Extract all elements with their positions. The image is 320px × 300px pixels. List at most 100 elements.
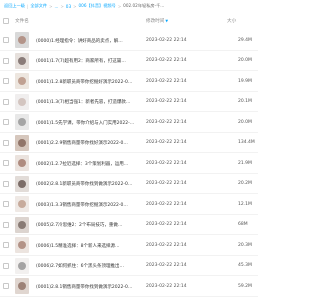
file-size: 59.2M [238, 283, 252, 289]
file-modified-date: 2023-02-22 22:14 [146, 78, 187, 84]
row-checkbox[interactable] [3, 221, 9, 228]
breadcrumb-folder-03[interactable]: 03 [66, 4, 71, 9]
video-thumbnail[interactable] [15, 93, 29, 110]
row-checkbox[interactable] [3, 283, 9, 289]
file-row[interactable]: (0006)1.5精准选择：8个新人来选择源… 2023-02-22 22:14 2… [0, 235, 258, 256]
file-row[interactable]: (0002)1.2.7拉近选择：3个策划利器，运用… 2023-02-22 22:… [0, 153, 258, 174]
video-thumbnail[interactable] [15, 196, 29, 212]
video-thumbnail[interactable] [15, 52, 29, 69]
file-name[interactable]: (0001)1.7(7)超有用2：商家所有，打这篇… [36, 58, 140, 64]
thumbnail-figure [18, 179, 26, 188]
column-header-date[interactable]: 修改时间▼ [146, 18, 168, 24]
file-size: 20.0M [238, 58, 252, 63]
row-checkbox[interactable] [3, 78, 9, 84]
file-name[interactable]: (0002)2.8.1新职员商带你找到做演示2022-0… [36, 181, 140, 187]
row-checkbox[interactable] [3, 242, 9, 248]
file-modified-date: 2023-02-22 22:14 [146, 263, 187, 268]
breadcrumb-all-files[interactable]: 全部文件 [30, 3, 47, 9]
breadcrumb-separator: | [26, 3, 29, 9]
file-size: 68M [238, 222, 248, 227]
file-name[interactable]: (0001)2.8.1销售商量带你找到做演示2022-0… [36, 284, 140, 290]
file-size: 12.1M [238, 201, 252, 207]
file-row[interactable]: (0003)1.3.3销售商量带你挖掘演示2022-0… 2023-02-22 2… [0, 194, 258, 215]
file-size: 19.9M [238, 78, 252, 84]
row-checkbox[interactable] [3, 262, 9, 269]
video-thumbnail[interactable] [15, 134, 29, 151]
thumbnail-figure [18, 97, 26, 106]
file-name[interactable]: (0006)2.7如何抓住：6个黑头条顶理推出… [36, 263, 140, 269]
row-checkbox[interactable] [3, 37, 9, 43]
chevron-right-icon: > [49, 3, 53, 9]
thumbnail-figure [18, 261, 26, 270]
file-row[interactable]: (0006)2.7如何抓住：6个黑头条顶理推出… 2023-02-22 22:14… [0, 256, 258, 276]
file-size: 45.3M [238, 263, 252, 268]
video-thumbnail[interactable] [15, 155, 29, 171]
sort-arrow-icon: ▼ [165, 19, 169, 23]
video-thumbnail[interactable] [15, 32, 29, 48]
file-list-header: 文件名 修改时间▼ 大小 [0, 12, 258, 30]
file-row[interactable]: (0001)2.8.1销售商量带你找到做演示2022-0… 2023-02-22 … [0, 276, 258, 297]
thumbnail-figure [18, 138, 26, 147]
breadcrumb-back[interactable]: 返回上一级 [4, 3, 25, 9]
file-modified-date: 2023-02-22 22:14 [146, 201, 187, 207]
file-row[interactable]: (0001)1.2.8新职员商带你挖掘好演示2022-0… 2023-02-22 … [0, 71, 258, 92]
thumbnail-figure [18, 200, 26, 208]
breadcrumb: 返回上一级 | 全部文件 > ... > 03 > 006【抖音】视频号 > 0… [0, 0, 258, 12]
file-row[interactable]: (0002)2.8.1新职员商带你找到做演示2022-0… 2023-02-22 … [0, 174, 258, 194]
file-modified-date: 2023-02-22 22:14 [146, 140, 187, 145]
column-header-name[interactable]: 文件名 [15, 18, 29, 24]
video-thumbnail[interactable] [15, 114, 29, 130]
thumbnail-figure [18, 118, 26, 126]
file-size: 20.1M [238, 99, 252, 104]
row-checkbox[interactable] [3, 160, 9, 166]
file-modified-date: 2023-02-22 22:14 [146, 58, 187, 63]
file-size: 20.2M [238, 181, 252, 186]
file-name[interactable]: (0001)1.2.8新职员商带你挖掘好演示2022-0… [36, 79, 140, 85]
file-row[interactable]: (0001)1.7(7)超有用2：商家所有，打这篇… 2023-02-22 22:… [0, 51, 258, 71]
file-modified-date: 2023-02-22 22:14 [146, 283, 187, 289]
video-thumbnail[interactable] [15, 73, 29, 89]
file-name[interactable]: (0001)1.5先学课，带你介绍与入门实用2022-… [36, 120, 140, 126]
file-name[interactable]: (0001)2.2.9销售商量带你找好演示2022-0… [36, 140, 140, 146]
file-modified-date: 2023-02-22 22:14 [146, 99, 187, 104]
thumbnail-figure [18, 36, 26, 44]
chevron-right-icon: > [73, 3, 77, 9]
row-checkbox[interactable] [3, 98, 9, 105]
file-size: 20.0M [238, 119, 252, 125]
thumbnail-figure [18, 241, 26, 249]
breadcrumb-folder-006[interactable]: 006【抖音】视频号 [79, 3, 116, 9]
file-row[interactable]: (0001)2.2.9销售商量带你找好演示2022-0… 2023-02-22 2… [0, 133, 258, 153]
video-thumbnail[interactable] [15, 257, 29, 274]
row-checkbox[interactable] [3, 139, 9, 146]
chevron-right-icon: > [117, 3, 122, 9]
file-name[interactable]: (0001)1.3(7)相当强1：新者先容，打造爆款… [36, 99, 140, 105]
file-size: 20.3M [238, 242, 252, 248]
row-checkbox[interactable] [3, 180, 9, 187]
column-header-date-label: 修改时间 [146, 19, 165, 24]
file-size: 21.9M [238, 160, 252, 166]
file-row[interactable]: (0001)1.5先学课，带你介绍与入门实用2022-… 2023-02-22 2… [0, 112, 258, 133]
file-name[interactable]: (0002)1.2.7拉近选择：3个策划利器，运用… [36, 161, 140, 167]
breadcrumb-current-folder: 002.02年轻私房-千... [123, 3, 165, 8]
file-row[interactable]: (0000)1.经理指令：讲好商品的卖点，解… 2023-02-22 22:14 2… [0, 30, 258, 51]
row-checkbox[interactable] [3, 57, 9, 64]
column-header-size[interactable]: 大小 [227, 18, 236, 24]
video-thumbnail[interactable] [15, 216, 29, 233]
file-size: 29.4M [238, 37, 252, 43]
file-row[interactable]: (0005)2.7冷思维2：2个布局技巧，重做… 2023-02-22 22:14… [0, 215, 258, 235]
video-thumbnail[interactable] [15, 237, 29, 253]
video-thumbnail[interactable] [15, 175, 29, 192]
row-checkbox[interactable] [3, 201, 9, 207]
thumbnail-figure [18, 282, 26, 290]
breadcrumb-ellipsis[interactable]: ... [54, 4, 58, 9]
file-name[interactable]: (0006)1.5精准选择：8个新人来选择源… [36, 243, 140, 249]
file-name[interactable]: (0000)1.经理指令：讲好商品的卖点，解… [36, 38, 140, 44]
thumbnail-figure [18, 77, 26, 85]
file-name[interactable]: (0003)1.3.3销售商量带你挖掘演示2022-0… [36, 202, 140, 208]
video-thumbnail[interactable] [15, 278, 29, 294]
file-row[interactable]: (0001)1.3(7)相当强1：新者先容，打造爆款… 2023-02-22 22… [0, 92, 258, 112]
thumbnail-figure [18, 220, 26, 229]
select-all-checkbox[interactable] [3, 18, 9, 24]
file-name[interactable]: (0005)2.7冷思维2：2个布局技巧，重做… [36, 222, 140, 228]
row-checkbox[interactable] [3, 119, 9, 125]
